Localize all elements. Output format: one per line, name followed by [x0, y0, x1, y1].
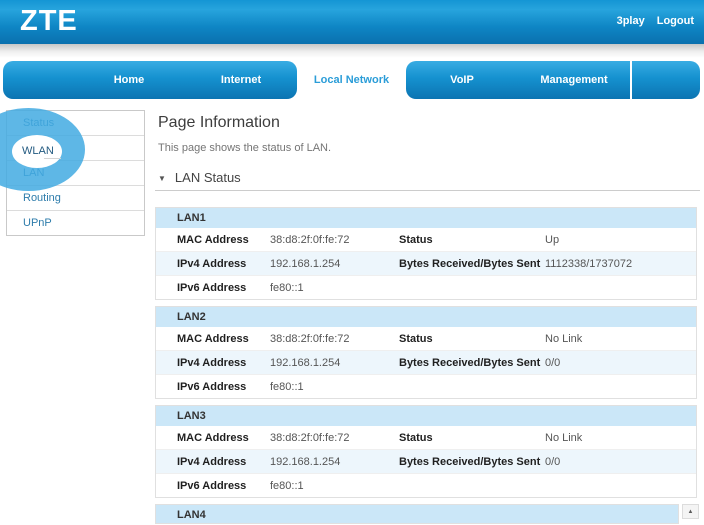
table-row: IPv6 Address fe80::1 [156, 374, 696, 398]
field-label: Status [399, 234, 545, 246]
username-link[interactable]: 3play [617, 15, 645, 27]
field-value: No Link [545, 333, 696, 345]
header-links: 3play Logout [617, 15, 694, 27]
field-value: 38:d8:2f:0f:fe:72 [270, 432, 399, 444]
header-shadow [0, 44, 704, 58]
top-header-bar: ZTE 3play Logout [0, 0, 704, 44]
field-label: Status [399, 333, 545, 345]
field-value: 192.168.1.254 [270, 357, 399, 369]
field-value: 0/0 [545, 456, 696, 468]
zte-logo[interactable]: ZTE [20, 5, 78, 38]
table-row: IPv6 Address fe80::1 [156, 473, 696, 497]
sidebar-item-upnp[interactable]: UPnP [7, 211, 144, 235]
field-label: MAC Address [177, 333, 270, 345]
collapse-triangle-icon: ▼ [158, 174, 166, 183]
table-row: IPv4 Address 192.168.1.254 Bytes Receive… [156, 350, 696, 374]
field-label: Bytes Received/Bytes Sent [399, 456, 545, 468]
field-label: MAC Address [177, 234, 270, 246]
lan1-table: LAN1 MAC Address 38:d8:2f:0f:fe:72 Statu… [155, 207, 697, 300]
sidebar-row-border-fragment [44, 158, 61, 159]
field-label: Bytes Received/Bytes Sent [399, 258, 545, 270]
field-label: IPv4 Address [177, 357, 270, 369]
field-label: IPv6 Address [177, 282, 270, 294]
table-row: IPv4 Address 192.168.1.254 Bytes Receive… [156, 449, 696, 473]
tab-voip[interactable]: VoIP [406, 61, 518, 99]
tab-local-network[interactable]: Local Network [297, 61, 406, 99]
sidebar-item-wlan-highlighted[interactable]: WLAN [22, 145, 54, 157]
lan3-table-title: LAN3 [156, 406, 696, 426]
field-value: 192.168.1.254 [270, 258, 399, 270]
lan-status-section-toggle[interactable]: ▼ LAN Status [158, 170, 241, 185]
field-value: Up [545, 234, 696, 246]
lan3-table: LAN3 MAC Address 38:d8:2f:0f:fe:72 Statu… [155, 405, 697, 498]
field-value: 38:d8:2f:0f:fe:72 [270, 234, 399, 246]
lan2-table: LAN2 MAC Address 38:d8:2f:0f:fe:72 Statu… [155, 306, 697, 399]
nav-left-block: Home Internet [3, 61, 297, 99]
field-value: fe80::1 [270, 282, 399, 294]
table-row: IPv4 Address 192.168.1.254 Bytes Receive… [156, 251, 696, 275]
lan4-table-title-clipped: LAN4 [155, 504, 679, 524]
table-row: MAC Address 38:d8:2f:0f:fe:72 Status Up [156, 228, 696, 251]
field-label: MAC Address [177, 432, 270, 444]
table-row: MAC Address 38:d8:2f:0f:fe:72 Status No … [156, 426, 696, 449]
tab-home[interactable]: Home [73, 61, 185, 99]
field-value: 38:d8:2f:0f:fe:72 [270, 333, 399, 345]
field-value: fe80::1 [270, 381, 399, 393]
lan1-table-title: LAN1 [156, 208, 696, 228]
section-divider [155, 190, 700, 191]
field-label: IPv4 Address [177, 456, 270, 468]
field-value: 1112338/1737072 [545, 258, 696, 270]
lan2-table-title: LAN2 [156, 307, 696, 327]
field-label: Bytes Received/Bytes Sent [399, 357, 545, 369]
field-label: Status [399, 432, 545, 444]
logout-link[interactable]: Logout [657, 15, 694, 27]
field-label: IPv6 Address [177, 480, 270, 492]
page-title: Page Information [158, 114, 280, 132]
nav-right-block: VoIP Management [406, 61, 630, 99]
field-value: fe80::1 [270, 480, 399, 492]
section-title: LAN Status [175, 170, 241, 185]
table-row: IPv6 Address fe80::1 [156, 275, 696, 299]
field-value: No Link [545, 432, 696, 444]
field-value: 192.168.1.254 [270, 456, 399, 468]
page-description: This page shows the status of LAN. [158, 142, 331, 154]
main-nav: Home Internet Local Network VoIP Managem… [0, 61, 704, 99]
field-label: IPv6 Address [177, 381, 270, 393]
nav-filler-block [632, 61, 700, 99]
scroll-up-icon[interactable]: ▲ [682, 504, 699, 519]
field-value: 0/0 [545, 357, 696, 369]
tab-management[interactable]: Management [518, 61, 630, 99]
tab-internet[interactable]: Internet [185, 61, 297, 99]
field-label: IPv4 Address [177, 258, 270, 270]
table-row: MAC Address 38:d8:2f:0f:fe:72 Status No … [156, 327, 696, 350]
